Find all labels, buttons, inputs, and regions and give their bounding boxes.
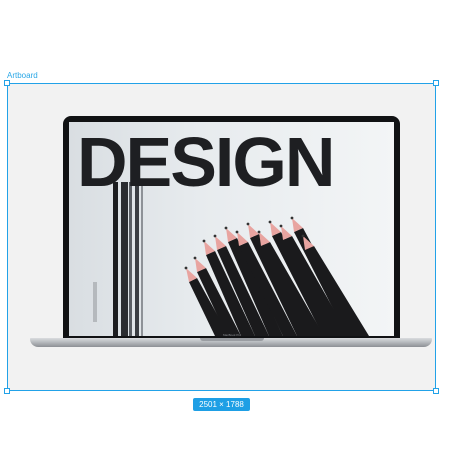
- laptop-mockup-image[interactable]: DESIGN: [63, 116, 400, 340]
- selection-handle-top-right[interactable]: [433, 80, 439, 86]
- device-brand-label: MacBook Pro: [222, 333, 241, 337]
- selection-handle-top-left[interactable]: [4, 80, 10, 86]
- screen-headline: DESIGN: [77, 123, 335, 201]
- laptop-screen: DESIGN: [69, 122, 394, 336]
- selection-handle-bottom-right[interactable]: [433, 388, 439, 394]
- selection-handle-bottom-left[interactable]: [4, 388, 10, 394]
- dimensions-badge: 2501 × 1788: [193, 398, 250, 411]
- artboard-label[interactable]: Artboard: [7, 71, 38, 81]
- laptop-base-notch: [200, 338, 264, 341]
